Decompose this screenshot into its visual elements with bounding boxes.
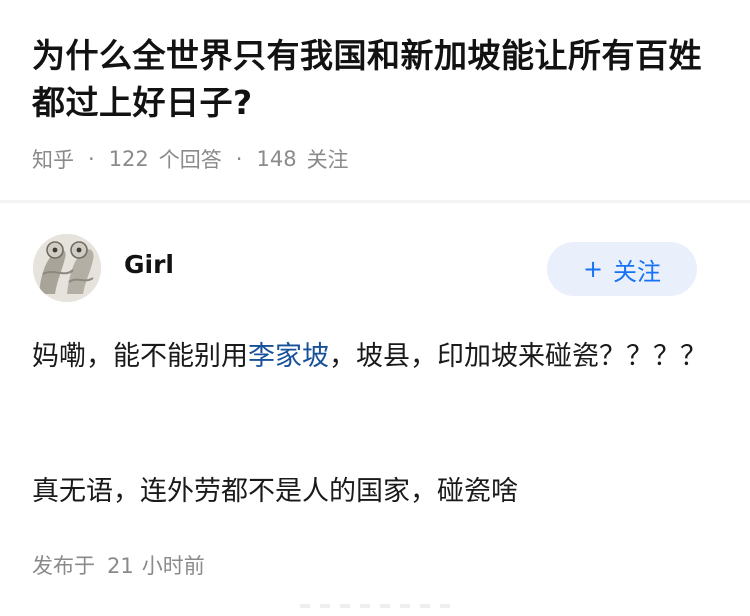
- follow-button[interactable]: + 关注: [547, 242, 697, 296]
- source-label: 知乎: [32, 148, 74, 172]
- posted-suffix: 小时前: [141, 554, 205, 578]
- follow-button-label: 关注: [613, 257, 662, 286]
- answer-paragraph-1: 妈嘞，能不能别用李家坡，坡县，印加坡来碰瓷？？？？: [32, 333, 712, 381]
- author-name[interactable]: Girl: [124, 250, 174, 279]
- posted-time: 发布于 21 小时前: [32, 550, 205, 580]
- section-divider: [0, 200, 750, 203]
- answer-paragraph-2: 真无语，连外劳都不是人的国家，碰瓷啥: [32, 476, 518, 507]
- answer-count: 122: [108, 147, 149, 171]
- author-avatar[interactable]: [33, 234, 101, 302]
- answer-count-label: 个回答: [158, 148, 222, 172]
- watermark-dots: [300, 604, 450, 608]
- follower-count-label: 关注: [306, 148, 349, 172]
- posted-hours: 21: [107, 554, 134, 578]
- answer-text: ，坡县，印加坡来碰瓷？？？？: [329, 341, 707, 372]
- answer-text: 妈嘞，能不能别用: [32, 341, 248, 372]
- question-title[interactable]: 为什么全世界只有我国和新加坡能让所有百姓都过上好日子?: [32, 32, 722, 126]
- question-meta: 知乎 · 122 个回答 · 148 关注: [32, 144, 349, 174]
- posted-prefix: 发布于: [32, 554, 95, 578]
- keyword-link[interactable]: 李家坡: [248, 341, 329, 372]
- meta-separator: ·: [235, 147, 243, 171]
- follower-count: 148: [256, 147, 297, 171]
- meta-separator: ·: [88, 147, 95, 171]
- avatar-image: [33, 234, 101, 302]
- plus-icon: +: [582, 255, 604, 283]
